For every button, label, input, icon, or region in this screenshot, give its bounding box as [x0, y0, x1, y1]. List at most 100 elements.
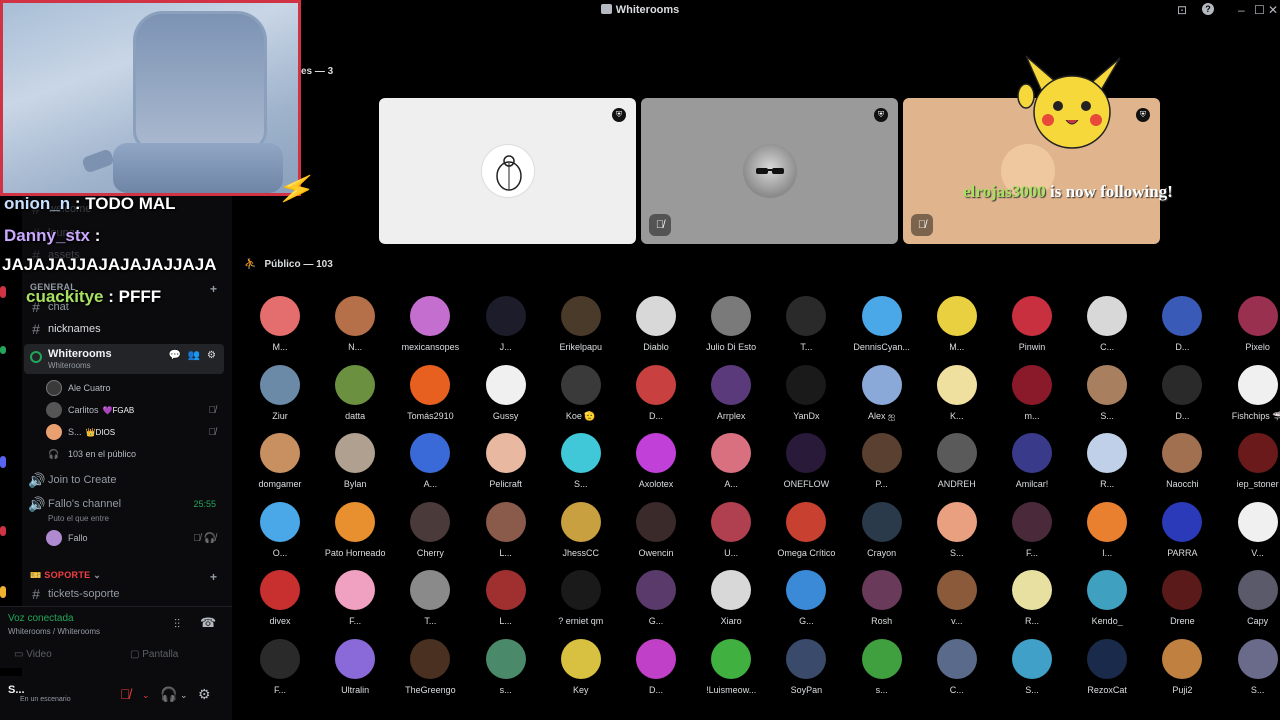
audience-member[interactable]: S...: [541, 433, 621, 499]
audience-member[interactable]: N...: [315, 296, 395, 362]
audience-member[interactable]: L...: [466, 501, 546, 568]
audience-member[interactable]: Drene: [1142, 570, 1222, 636]
audience-member[interactable]: Gussy: [466, 364, 546, 431]
close-button[interactable]: ✕: [1268, 3, 1278, 17]
audience-member[interactable]: T...: [766, 296, 846, 362]
audience-member[interactable]: iep_stoner: [1218, 433, 1280, 499]
minimize-button[interactable]: –: [1238, 3, 1245, 17]
maximize-button[interactable]: ☐: [1254, 3, 1265, 17]
voice-channel-fallo[interactable]: 🔊 Fallo's channel 25:55: [28, 493, 226, 515]
audience-member[interactable]: Pinwin: [992, 296, 1072, 362]
add-channel-icon[interactable]: +: [210, 570, 217, 584]
audience-member[interactable]: Rosh: [842, 570, 922, 636]
channel-actions-icons[interactable]: 💬 👥 ⚙: [169, 350, 218, 361]
noise-suppression-icon[interactable]: ⫶⫶: [174, 617, 180, 632]
audience-member[interactable]: Kendo_: [1067, 570, 1147, 636]
audience-member[interactable]: D...: [1142, 296, 1222, 362]
user-name[interactable]: S...: [8, 684, 25, 696]
audience-member[interactable]: F...: [992, 501, 1072, 568]
audience-member[interactable]: Cherry: [390, 501, 470, 568]
audience-member[interactable]: P...: [842, 433, 922, 499]
audience-member[interactable]: domgamer: [240, 433, 320, 499]
audience-member[interactable]: ANDREH: [917, 433, 997, 499]
audience-member[interactable]: Naocchi: [1142, 433, 1222, 499]
audience-member[interactable]: datta: [315, 364, 395, 431]
audience-member[interactable]: Pato Horneado: [315, 501, 395, 568]
audience-member[interactable]: U...: [691, 501, 771, 568]
audience-member[interactable]: DennisCyan...: [842, 296, 922, 362]
audience-member[interactable]: Capy: [1218, 570, 1280, 636]
audience-member[interactable]: S...: [1067, 364, 1147, 431]
audience-member[interactable]: F...: [240, 638, 320, 705]
audience-member[interactable]: Koe 🫡: [541, 364, 621, 431]
server-pip[interactable]: [0, 586, 6, 598]
help-icon[interactable]: ?: [1202, 3, 1214, 15]
inbox-icon[interactable]: ⊡: [1177, 3, 1187, 17]
server-pip[interactable]: [0, 526, 6, 536]
screen-share-button[interactable]: ▢ Pantalla: [130, 649, 178, 660]
audience-member[interactable]: Pixelo: [1218, 296, 1280, 362]
server-pip[interactable]: [0, 456, 6, 468]
audience-member[interactable]: I...: [1067, 501, 1147, 568]
audience-member[interactable]: S...: [917, 501, 997, 568]
audience-member[interactable]: Key: [541, 638, 621, 705]
disconnect-icon[interactable]: ☎: [200, 615, 216, 631]
add-channel-icon[interactable]: +: [210, 282, 217, 296]
mic-muted-icon[interactable]: 🎙̸: [120, 686, 131, 702]
audience-count-row[interactable]: 🎧 103 en el público: [46, 444, 222, 464]
headphones-icon[interactable]: 🎧: [160, 686, 177, 703]
audience-member[interactable]: divex: [240, 570, 320, 636]
audience-member[interactable]: D...: [616, 638, 696, 705]
audience-member[interactable]: G...: [766, 570, 846, 636]
server-pip[interactable]: [0, 286, 6, 298]
audience-member[interactable]: Erikelpapu: [541, 296, 621, 362]
audience-member[interactable]: YanDx: [766, 364, 846, 431]
voice-member[interactable]: Ale Cuatro: [46, 378, 222, 398]
channel-item-nicknames[interactable]: # nicknames: [28, 318, 226, 340]
voice-member[interactable]: Fallo 🎙̸ 🎧̸: [46, 528, 222, 548]
chevron-down-icon[interactable]: ⌄: [180, 690, 188, 701]
audience-member[interactable]: R...: [1067, 433, 1147, 499]
audience-member[interactable]: M...: [917, 296, 997, 362]
chevron-down-icon[interactable]: ⌄: [142, 690, 150, 701]
video-button[interactable]: ▭ Video: [14, 649, 52, 660]
voice-member[interactable]: Carlitos 💜FGAB 🎙̸: [46, 400, 222, 420]
audience-member[interactable]: s...: [842, 638, 922, 705]
audience-member[interactable]: Crayon: [842, 501, 922, 568]
audience-member[interactable]: PARRA: [1142, 501, 1222, 568]
audience-member[interactable]: m...: [992, 364, 1072, 431]
audience-member[interactable]: Julio Di Esto: [691, 296, 771, 362]
audience-member[interactable]: K...: [917, 364, 997, 431]
speaker-tile[interactable]: ⛨: [379, 98, 636, 244]
audience-member[interactable]: Ziur: [240, 364, 320, 431]
audience-member[interactable]: J...: [466, 296, 546, 362]
audience-member[interactable]: Ultralin: [315, 638, 395, 705]
audience-member[interactable]: Owencin: [616, 501, 696, 568]
audience-member[interactable]: SoyPan: [766, 638, 846, 705]
audience-member[interactable]: O...: [240, 501, 320, 568]
audience-member[interactable]: G...: [616, 570, 696, 636]
audience-member[interactable]: T...: [390, 570, 470, 636]
audience-member[interactable]: !Luismeow...: [691, 638, 771, 705]
audience-member[interactable]: Puji2: [1142, 638, 1222, 705]
audience-member[interactable]: S...: [992, 638, 1072, 705]
audience-member[interactable]: JhessCC: [541, 501, 621, 568]
channel-item-tickets[interactable]: # tickets-soporte: [28, 583, 226, 605]
audience-member[interactable]: Alex ஐ: [842, 364, 922, 431]
audience-member[interactable]: C...: [917, 638, 997, 705]
audience-member[interactable]: mexicansopes: [390, 296, 470, 362]
audience-member[interactable]: S...: [1218, 638, 1280, 705]
audience-member[interactable]: Xiaro: [691, 570, 771, 636]
audience-member[interactable]: Omega Crítico: [766, 501, 846, 568]
audience-member[interactable]: RezoxCat: [1067, 638, 1147, 705]
voice-channel-join-to-create[interactable]: 🔊 Join to Create: [28, 469, 226, 491]
audience-member[interactable]: Diablo: [616, 296, 696, 362]
audience-member[interactable]: v...: [917, 570, 997, 636]
voice-member[interactable]: S... 👑DIOS 🎙̸: [46, 422, 222, 442]
category-soporte[interactable]: 🎫 SOPORTE ⌄ +: [30, 570, 217, 584]
audience-member[interactable]: L...: [466, 570, 546, 636]
audience-member[interactable]: ? erniet qm: [541, 570, 621, 636]
audience-member[interactable]: C...: [1067, 296, 1147, 362]
audience-member[interactable]: Amilcar!: [992, 433, 1072, 499]
audience-member[interactable]: Bylan: [315, 433, 395, 499]
